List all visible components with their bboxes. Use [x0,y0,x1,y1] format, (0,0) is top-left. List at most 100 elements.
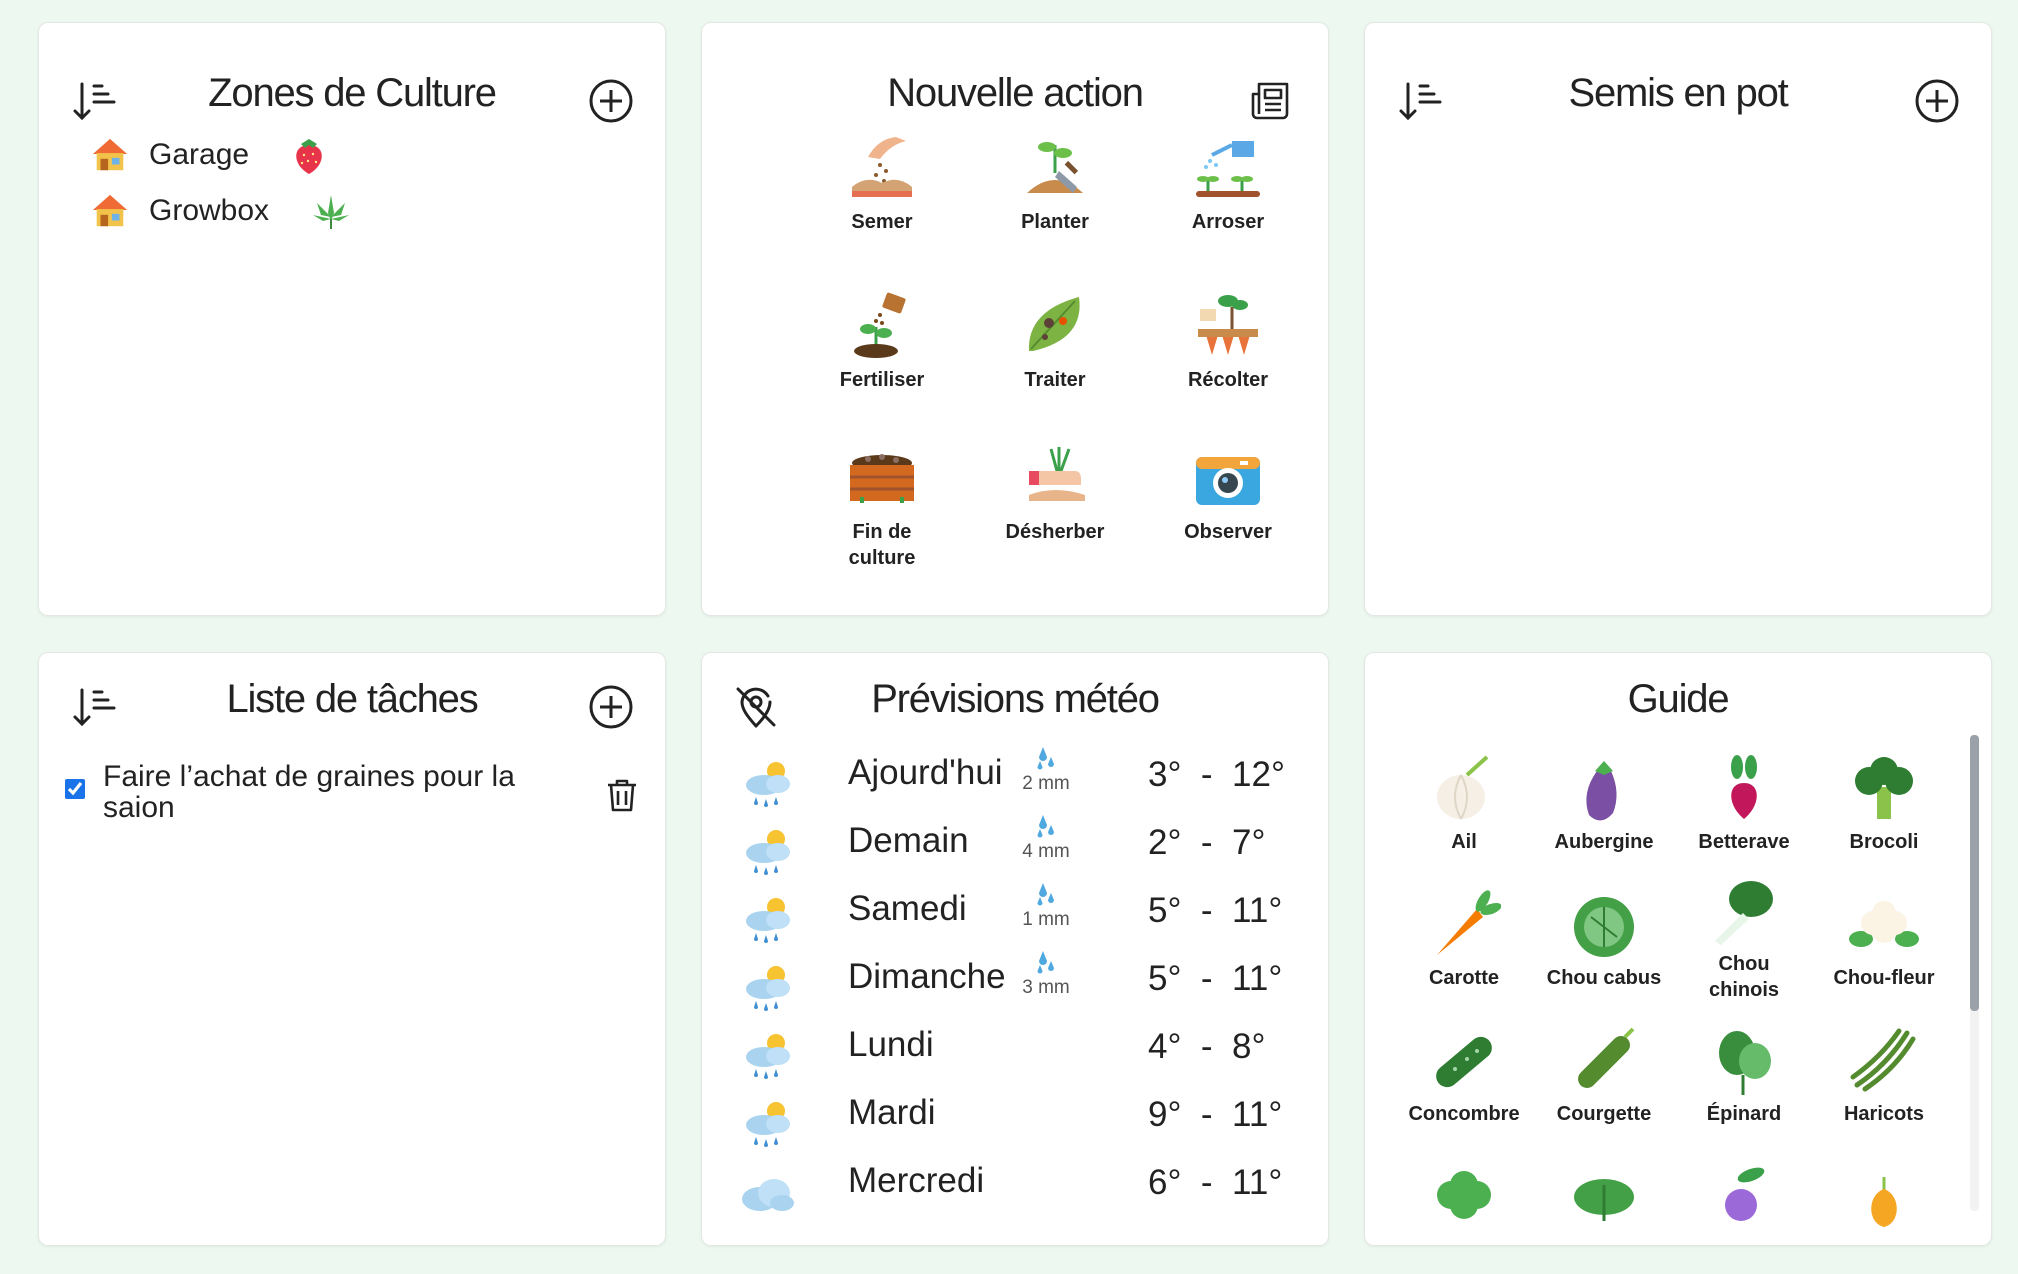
guide-scrollbar[interactable] [1970,735,1979,1211]
guide-label: Épinard [1706,1103,1782,1125]
action-fertiliser[interactable]: Fertiliser [812,289,952,393]
temp-max: 11° [1232,1163,1283,1202]
tasks-card: Liste de tâches Faire l’achat de graines… [38,652,666,1246]
rain-drops-icon [1037,883,1054,906]
action-traiter[interactable]: Traiter [985,289,1125,393]
guide-label: Chou-fleur [1833,967,1935,989]
temp-max: 11° [1232,1095,1283,1134]
guide-item-betterave[interactable]: Betterave [1675,753,1813,855]
rain-drops-icon [1037,951,1054,974]
temp-max: 12° [1232,755,1285,794]
action-arroser[interactable]: Arroser [1158,131,1298,235]
guide-item-lettuce[interactable] [1395,1161,1533,1235]
pest-leaf-icon [1028,297,1080,351]
cloud-icon [742,1179,794,1211]
cabbage-icon [1574,897,1634,957]
carrot-icon [1437,890,1501,955]
guide-item-chou-chinois[interactable]: Chou chinois [1675,875,1813,1003]
task-item: Faire l’achat de graines pour la saion [65,761,639,823]
house-icon [92,138,128,171]
action-observer[interactable]: Observer [1158,441,1298,545]
zone-label: Garage [149,138,250,171]
rain-sun-icon [746,898,790,943]
guide-item-brocoli[interactable]: Brocoli [1815,753,1953,855]
trash-icon[interactable] [605,777,639,813]
temp-range: 2° - 7° [1148,823,1266,862]
action-semer[interactable]: Semer [812,131,952,235]
guide-item-courgette[interactable]: Courgette [1535,1025,1673,1127]
weeding-icon [1029,447,1085,501]
temp-min: 5° [1148,891,1182,930]
rain-amount: 4 mm [1016,811,1076,863]
guide-label: Carotte [1428,967,1499,989]
watering-icon [1196,141,1260,197]
rain-sun-icon [746,1102,790,1147]
temp-max: 8° [1232,1027,1266,1066]
journal-icon[interactable] [1248,77,1296,125]
task-checkbox[interactable] [65,779,85,799]
sowing-icon [852,137,912,197]
weather-title: Prévisions météo [871,677,1160,721]
action-recolter[interactable]: Récolter [1158,289,1298,393]
task-text: Faire l’achat de graines pour la saion [103,760,515,824]
rain-amount: 3 mm [1016,947,1076,999]
guide-label: Concombre [1408,1103,1520,1125]
planting-icon [1027,142,1083,193]
guide-label: Haricots [1843,1103,1925,1125]
house-icon [92,194,128,227]
zucchini-icon [1578,1027,1635,1088]
weather-row: Mercredi 6° - 11° [738,1161,1308,1221]
action-planter[interactable]: Planter [985,131,1125,235]
weather-day: Dimanche [848,957,1006,996]
guide-item-haricots[interactable]: Haricots [1815,1025,1953,1127]
guide-item-aubergine[interactable]: Aubergine [1535,753,1673,855]
temp-max: 11° [1232,891,1283,930]
guide-label: Ail [1451,831,1477,853]
beet-icon [1731,755,1757,819]
weather-day: Mardi [848,1093,936,1132]
guide-item-onion[interactable] [1815,1161,1953,1235]
weather-row: Demain 4 mm 2° - 7° [738,815,1308,881]
temp-min: 9° [1148,1095,1182,1134]
weather-row: Lundi 4° - 8° [738,1025,1308,1085]
beans-icon [1850,1028,1916,1092]
rain-sun-icon [746,830,790,875]
temp-range: 4° - 8° [1148,1027,1266,1066]
rain-sun-icon [746,1034,790,1079]
scrollbar-thumb[interactable] [1970,735,1979,1011]
temp-range: 3° - 12° [1148,755,1285,794]
action-label: Récolter [1187,369,1269,391]
add-zone-icon[interactable] [587,77,635,125]
action-label: Fertiliser [839,369,925,391]
guide-item-carotte[interactable]: Carotte [1395,889,1533,991]
weather-day: Demain [848,821,969,860]
guide-title: Guide [1627,677,1730,721]
kale-icon [1574,1179,1634,1221]
action-desherber[interactable]: Désherber [985,441,1125,545]
add-task-icon[interactable] [587,683,635,731]
guide-item-chou-fleur[interactable]: Chou-fleur [1815,889,1953,991]
zone-item-garage[interactable]: Garage [91,135,329,175]
temp-min: 3° [1148,755,1182,794]
actions-card: Nouvelle action Semer Planter Arroser Fe… [701,22,1329,616]
guide-item-ail[interactable]: Ail [1395,753,1533,855]
add-semis-icon[interactable] [1913,77,1961,125]
weather-row: Ajourd'hui 2 mm 3° - 12° [738,747,1308,813]
weather-day: Lundi [848,1025,934,1064]
turnip-icon [1725,1167,1765,1221]
guide-item-epinard[interactable]: Épinard [1675,1025,1813,1127]
tasks-title: Liste de tâches [226,677,478,721]
guide-item-chou-cabus[interactable]: Chou cabus [1535,889,1673,991]
action-fin-culture[interactable]: Fin de culture [812,441,952,571]
rain-text: 3 mm [1022,977,1070,998]
weather-day: Ajourd'hui [848,753,1003,792]
guide-item-kale[interactable] [1535,1161,1673,1235]
zone-item-growbox[interactable]: Growbox [91,191,351,231]
action-label: Planter [1021,211,1089,233]
action-label: Arroser [1191,211,1265,233]
guide-item-turnip[interactable] [1675,1161,1813,1235]
guide-label: Betterave [1698,831,1790,853]
guide-item-concombre[interactable]: Concombre [1395,1025,1533,1127]
harvest-icon [1198,295,1258,355]
guide-label: Courgette [1556,1103,1652,1125]
